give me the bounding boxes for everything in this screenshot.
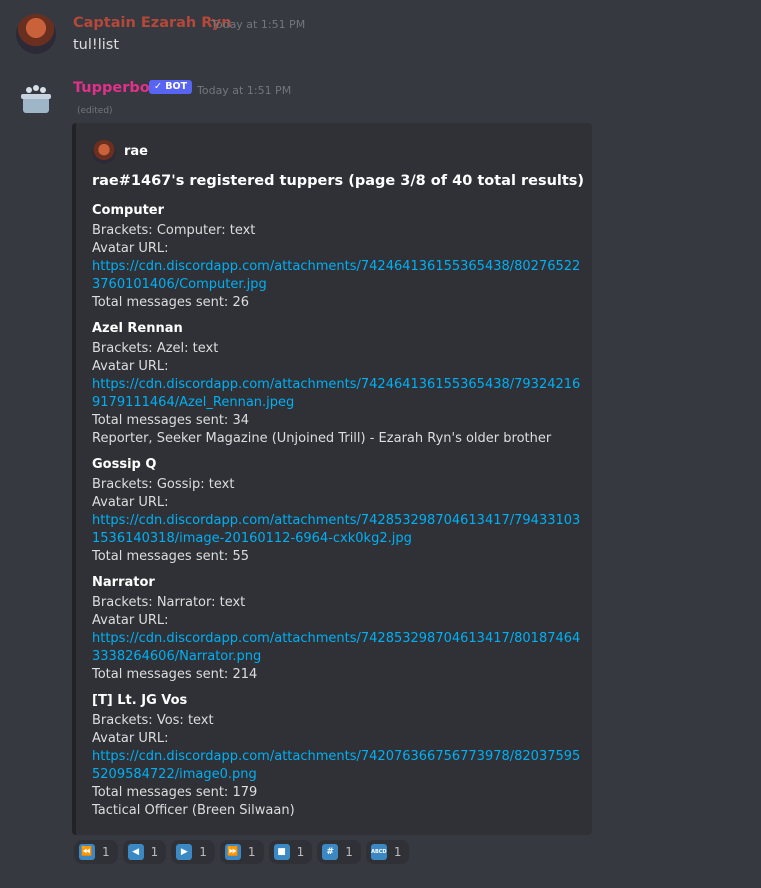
embed-title: rae#1467's registered tuppers (page 3/8 … [92, 173, 585, 189]
field-avatar-label: Avatar URL: [92, 495, 169, 510]
field-total: Total messages sent: 55 [92, 549, 249, 564]
embed-field: Azel Rennan Brackets: Azel: text Avatar … [92, 320, 587, 448]
embed: rae rae#1467's registered tuppers (page … [72, 123, 592, 835]
field-total: Total messages sent: 214 [92, 667, 258, 682]
reaction-last-page[interactable]: ⏩ 1 [219, 840, 264, 864]
field-avatar-label: Avatar URL: [92, 613, 169, 628]
next-page-icon: ▶ [176, 844, 193, 860]
embed-author: rae [124, 144, 149, 159]
reaction-count: 1 [345, 845, 353, 859]
username[interactable]: Captain Ezarah Ryn [73, 15, 232, 31]
field-description: Reporter, Seeker Magazine (Unjoined Tril… [92, 431, 552, 446]
user-avatar[interactable] [16, 14, 56, 54]
field-total: Total messages sent: 26 [92, 295, 249, 310]
reaction-count: 1 [150, 845, 159, 859]
field-description: Tactical Officer (Breen Silwaan) [92, 803, 295, 818]
field-name: Narrator [92, 575, 155, 590]
field-total: Total messages sent: 34 [92, 413, 249, 428]
number-sign-icon: # [322, 844, 339, 860]
field-brackets: Brackets: Vos: text [92, 713, 214, 728]
field-total: Total messages sent: 179 [92, 785, 258, 800]
bot-avatar[interactable] [16, 80, 56, 120]
avatar-url-link[interactable]: https://cdn.discordapp.com/attachments/7… [92, 258, 587, 294]
last-page-icon: ⏩ [224, 844, 241, 860]
field-brackets: Brackets: Computer: text [92, 223, 256, 238]
edited-label: (edited) [77, 106, 113, 116]
reaction-count: 1 [199, 845, 207, 859]
abcd-icon: ABCD [370, 844, 387, 860]
reaction-first-page[interactable]: ⏪ 1 [74, 840, 118, 864]
timestamp: Today at 1:51 PM [211, 18, 306, 31]
reaction-count: 1 [296, 845, 305, 859]
avatar-url-link[interactable]: https://cdn.discordapp.com/attachments/7… [92, 376, 587, 412]
embed-author-avatar [92, 140, 116, 164]
embed-fields: Computer Brackets: Computer: text Avatar… [92, 202, 587, 828]
field-brackets: Brackets: Azel: text [92, 341, 219, 356]
embed-field: Narrator Brackets: Narrator: text Avatar… [92, 574, 587, 684]
previous-page-icon: ◀ [127, 844, 144, 860]
field-name: Gossip Q [92, 457, 157, 472]
field-name: [T] Lt. JG Vos [92, 693, 188, 708]
reaction-stop[interactable]: ■ 1 [268, 840, 313, 864]
field-brackets: Brackets: Narrator: text [92, 595, 246, 610]
reaction-next-page[interactable]: ▶ 1 [171, 840, 215, 864]
message-content: tul!list [73, 37, 120, 53]
reaction-previous-page[interactable]: ◀ 1 [122, 840, 167, 864]
bot-badge: ✓ BOT [149, 80, 193, 94]
first-page-icon: ⏪ [79, 844, 95, 860]
field-name: Azel Rennan [92, 321, 183, 336]
field-avatar-label: Avatar URL: [92, 241, 169, 256]
reaction-count: 1 [393, 845, 402, 859]
avatar-url-link[interactable]: https://cdn.discordapp.com/attachments/7… [92, 748, 587, 784]
field-brackets: Brackets: Gossip: text [92, 477, 235, 492]
reaction-count: 1 [247, 845, 256, 859]
timestamp: Today at 1:51 PM [197, 84, 292, 97]
reaction-number-sign[interactable]: #1 [317, 840, 361, 864]
embed-field: [T] Lt. JG Vos Brackets: Vos: text Avata… [92, 692, 587, 820]
embed-field: Gossip Q Brackets: Gossip: text Avatar U… [92, 456, 587, 566]
embed-field: Computer Brackets: Computer: text Avatar… [92, 202, 587, 312]
bot-username[interactable]: Tupperbox [73, 80, 159, 96]
field-name: Computer [92, 203, 165, 218]
field-avatar-label: Avatar URL: [92, 731, 169, 746]
avatar-url-link[interactable]: https://cdn.discordapp.com/attachments/7… [92, 630, 587, 666]
reaction-count: 1 [102, 845, 110, 859]
reaction-abcd[interactable]: ABCD 1 [365, 840, 410, 864]
stop-icon: ■ [273, 844, 290, 860]
tupperbox-logo-icon [21, 85, 51, 113]
reactions-bar: ⏪ 1 ◀ 1 ▶ 1 ⏩ 1 ■ 1 #1 ABCD 1 [74, 840, 410, 864]
field-avatar-label: Avatar URL: [92, 359, 169, 374]
avatar-url-link[interactable]: https://cdn.discordapp.com/attachments/7… [92, 512, 587, 548]
